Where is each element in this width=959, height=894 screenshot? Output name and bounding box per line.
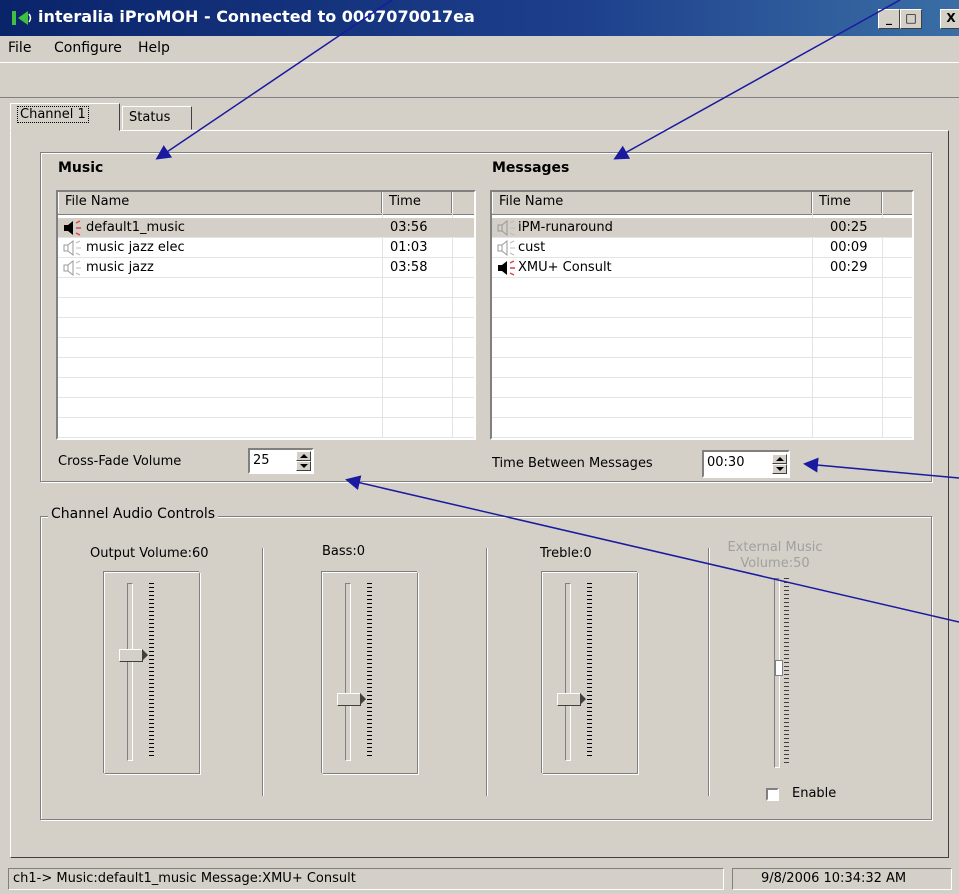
crossfade-spinner[interactable]: 25 — [248, 448, 314, 474]
status-datetime: 9/8/2006 10:34:32 AM — [732, 868, 952, 890]
column-file-name[interactable]: File Name — [492, 192, 812, 213]
list-item[interactable]: music jazz elec 01:03 — [58, 238, 474, 258]
message-file-name: cust — [518, 240, 546, 255]
crossfade-value: 25 — [253, 453, 270, 468]
music-file-name: default1_music — [86, 220, 185, 235]
column-blank — [882, 192, 912, 213]
status-now-playing: ch1-> Music:default1_music Message:XMU+ … — [8, 868, 724, 890]
music-list[interactable]: File Name Time default1_music 03:56 musi… — [56, 190, 476, 440]
audio-controls-title: Channel Audio Controls — [48, 506, 219, 522]
menu-bar: File Configure Help — [0, 36, 959, 62]
time-between-spinner[interactable]: 00:30 — [702, 450, 790, 478]
music-file-time: 01:03 — [390, 240, 428, 255]
treble-label: Treble:0 — [540, 546, 592, 561]
tab-status-label: Status — [129, 110, 171, 125]
list-item[interactable]: XMU+ Consult 00:29 — [492, 258, 912, 278]
status-bar: ch1-> Music:default1_music Message:XMU+ … — [0, 864, 959, 894]
column-time[interactable]: Time — [812, 192, 882, 213]
music-file-time: 03:56 — [390, 220, 428, 235]
app-icon — [12, 11, 32, 25]
window-title: interalia iProMOH - Connected to 0007070… — [38, 7, 475, 26]
external-music-volume-label: Volume:50 — [740, 556, 810, 571]
app-window: interalia iProMOH - Connected to 0007070… — [0, 0, 959, 894]
menu-help[interactable]: Help — [138, 40, 170, 56]
column-time[interactable]: Time — [382, 192, 452, 213]
crossfade-label: Cross-Fade Volume — [58, 454, 182, 469]
messages-list-header: File Name Time — [492, 192, 912, 215]
bass-thumb[interactable] — [337, 693, 366, 706]
spin-up-button[interactable] — [772, 454, 787, 464]
menu-configure[interactable]: Configure — [54, 40, 122, 56]
bass-label: Bass:0 — [322, 544, 366, 559]
message-file-time: 00:25 — [830, 220, 868, 235]
enable-label: Enable — [792, 786, 837, 801]
message-file-time: 00:29 — [830, 260, 868, 275]
time-between-label: Time Between Messages — [492, 456, 653, 471]
speaker-icon — [497, 220, 515, 236]
minimize-button[interactable]: _ — [878, 9, 900, 29]
music-file-name: music jazz elec — [86, 240, 185, 255]
music-title: Music — [58, 160, 104, 176]
list-item[interactable]: cust 00:09 — [492, 238, 912, 258]
speaker-icon — [63, 240, 81, 256]
list-item[interactable]: music jazz 03:58 — [58, 258, 474, 278]
list-item[interactable]: default1_music 03:56 — [58, 218, 474, 238]
treble-slider[interactable] — [542, 572, 638, 774]
external-music-thumb[interactable] — [775, 660, 783, 676]
tab-channel-1[interactable]: Channel 1 — [10, 103, 120, 131]
message-file-name: XMU+ Consult — [518, 260, 612, 275]
enable-checkbox[interactable] — [766, 788, 779, 801]
tab-channel-1-label: Channel 1 — [17, 106, 89, 123]
music-file-name: music jazz — [86, 260, 154, 275]
speaker-icon — [63, 260, 81, 276]
message-file-name: iPM-runaround — [518, 220, 613, 235]
external-music-slider[interactable] — [756, 576, 816, 772]
external-music-label: External Music — [727, 540, 823, 555]
speaker-playing-icon — [498, 260, 515, 276]
music-list-header: File Name Time — [58, 192, 474, 215]
output-volume-label: Output Volume:60 — [90, 546, 209, 561]
speaker-icon — [497, 240, 515, 256]
list-item[interactable]: iPM-runaround 00:25 — [492, 218, 912, 238]
speaker-playing-icon — [64, 220, 81, 236]
output-volume-thumb[interactable] — [119, 649, 148, 662]
column-file-name[interactable]: File Name — [58, 192, 382, 213]
title-bar[interactable]: interalia iProMOH - Connected to 0007070… — [0, 0, 959, 36]
messages-title: Messages — [492, 160, 570, 176]
bass-slider[interactable] — [322, 572, 418, 774]
column-blank — [452, 192, 474, 213]
time-between-value: 00:30 — [707, 455, 745, 470]
toolbar-area — [0, 62, 959, 98]
close-button[interactable]: X — [940, 9, 959, 29]
output-volume-slider[interactable] — [104, 572, 200, 774]
music-file-time: 03:58 — [390, 260, 428, 275]
maximize-button[interactable]: □ — [900, 9, 922, 29]
spin-down-button[interactable] — [772, 464, 787, 474]
tab-status[interactable]: Status — [122, 106, 192, 130]
spin-up-button[interactable] — [296, 451, 311, 461]
message-file-time: 00:09 — [830, 240, 868, 255]
messages-list[interactable]: File Name Time iPM-runaround 00:25 cust … — [490, 190, 914, 440]
menu-file[interactable]: File — [8, 40, 31, 56]
treble-thumb[interactable] — [557, 693, 586, 706]
spin-down-button[interactable] — [296, 461, 311, 471]
